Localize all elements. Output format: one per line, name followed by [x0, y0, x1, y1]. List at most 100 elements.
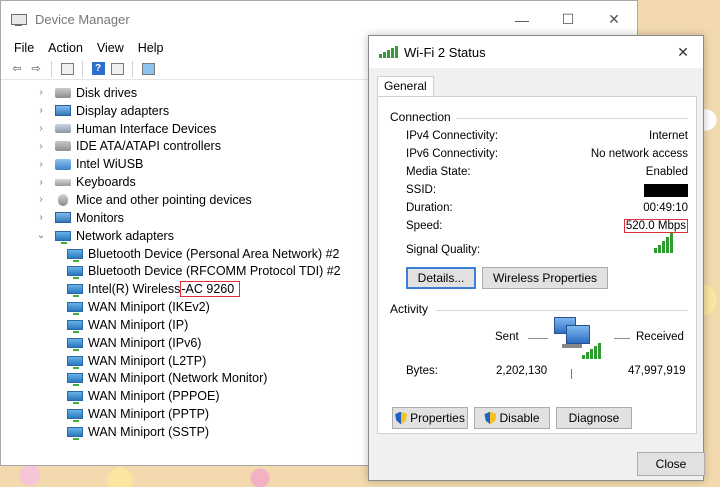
- tree-item-label: Human Interface Devices: [76, 121, 217, 136]
- forward-button[interactable]: ⇨: [28, 61, 44, 77]
- sent-line: [528, 338, 548, 339]
- network-adapter-icon: [67, 426, 83, 440]
- wireless-properties-button[interactable]: Wireless Properties: [482, 267, 608, 289]
- device-manager-icon: [11, 13, 27, 27]
- menu-action[interactable]: Action: [41, 41, 90, 55]
- network-adapter-icon: [67, 284, 83, 298]
- tree-item-label: WAN Miniport (IPv6): [88, 335, 202, 350]
- console-tree-icon: [60, 62, 74, 75]
- tree-item-label: WAN Miniport (SSTP): [88, 424, 210, 439]
- tree-item-label: Mice and other pointing devices: [76, 192, 252, 207]
- show-hide-console-tree-button[interactable]: [59, 61, 75, 77]
- ipv4-value: Internet: [649, 130, 688, 142]
- chevron-right-icon[interactable]: ›: [35, 159, 47, 170]
- network-adapter-icon: [67, 391, 83, 405]
- toolbar-separator: [51, 60, 52, 77]
- hid-icon: [55, 124, 71, 134]
- received-line: [614, 338, 630, 339]
- help-icon: ?: [91, 62, 105, 75]
- tree-item-label: Monitors: [76, 210, 124, 225]
- media-state-value: Enabled: [645, 166, 688, 178]
- network-adapter-icon: [55, 230, 71, 244]
- duration-row: Duration: 00:49:10: [406, 201, 688, 215]
- chevron-right-icon[interactable]: ›: [35, 177, 47, 188]
- duration-label: Duration:: [406, 202, 453, 214]
- chevron-right-icon[interactable]: ›: [35, 212, 47, 223]
- ssid-redacted-value: [644, 183, 688, 197]
- tree-item-label: WAN Miniport (PPTP): [88, 407, 210, 422]
- ssid-row: SSID:: [406, 183, 688, 197]
- arrow-left-icon: ⇦: [12, 63, 22, 75]
- network-adapter-icon: [67, 248, 83, 262]
- chevron-right-icon[interactable]: ›: [35, 87, 47, 98]
- received-label: Received: [636, 331, 684, 343]
- tree-item-label: WAN Miniport (IKEv2): [88, 300, 210, 315]
- chevron-right-icon[interactable]: ›: [35, 123, 47, 134]
- usb-device-icon: [55, 158, 71, 170]
- signal-quality-row: Signal Quality:: [406, 243, 676, 257]
- signal-quality-bars-icon: [654, 233, 673, 253]
- chevron-right-icon[interactable]: ›: [35, 194, 47, 205]
- network-adapter-icon: [67, 373, 83, 387]
- speed-value: 520.0 Mbps: [623, 219, 688, 233]
- menu-help[interactable]: Help: [131, 41, 171, 55]
- tab-general[interactable]: General: [377, 76, 434, 97]
- dialog-close-icon[interactable]: ✕: [663, 44, 703, 61]
- maximize-button[interactable]: ☐: [545, 1, 591, 38]
- title-bar[interactable]: Device Manager — ☐ ✕: [1, 1, 637, 38]
- menu-view[interactable]: View: [90, 41, 131, 55]
- activity-signal-icon: [582, 343, 601, 359]
- disable-button[interactable]: Disable: [474, 407, 550, 429]
- scan-hardware-button[interactable]: [140, 61, 156, 77]
- dialog-title: Wi-Fi 2 Status: [404, 44, 486, 60]
- diagnose-button[interactable]: Diagnose: [556, 407, 632, 429]
- properties-toolbar-button[interactable]: [109, 61, 125, 77]
- chevron-down-icon[interactable]: ⌄: [35, 230, 47, 241]
- disk-icon: [55, 87, 71, 98]
- monitor-icon: [55, 212, 71, 224]
- ide-controller-icon: [55, 141, 71, 152]
- back-button[interactable]: ⇦: [9, 61, 25, 77]
- activity-divider-tick: [571, 369, 572, 379]
- sent-bytes-value: 2,202,130: [496, 365, 548, 377]
- tree-item-label: WAN Miniport (IP): [88, 317, 189, 332]
- ipv4-label: IPv4 Connectivity:: [406, 130, 499, 142]
- window-title: Device Manager: [35, 12, 130, 27]
- tree-item-label: WAN Miniport (PPPOE): [88, 389, 220, 404]
- chevron-right-icon[interactable]: ›: [35, 105, 47, 116]
- activity-heading: Activity: [390, 302, 429, 316]
- tree-item-label: Keyboards: [76, 175, 136, 190]
- media-state-row: Media State: Enabled: [406, 165, 688, 179]
- duration-value: 00:49:10: [643, 202, 688, 214]
- sent-label: Sent: [495, 331, 519, 343]
- signal-quality-label: Signal Quality:: [406, 244, 481, 256]
- ipv4-row: IPv4 Connectivity: Internet: [406, 129, 688, 143]
- maximize-icon: ☐: [561, 11, 575, 27]
- ipv6-value: No network access: [590, 148, 688, 160]
- properties-button[interactable]: Properties: [392, 407, 468, 429]
- properties-icon: [110, 62, 124, 75]
- disable-button-label: Disable: [499, 411, 540, 425]
- ssid-label: SSID:: [406, 184, 437, 196]
- menu-file[interactable]: File: [7, 41, 41, 55]
- chevron-right-icon[interactable]: ›: [35, 141, 47, 152]
- tree-item-label: Network adapters: [76, 228, 174, 243]
- dialog-title-bar[interactable]: Wi-Fi 2 Status ✕: [369, 36, 703, 68]
- tree-item-label: WAN Miniport (Network Monitor): [88, 371, 268, 386]
- display-adapter-icon: [55, 105, 71, 117]
- uac-shield-icon: [395, 411, 408, 425]
- details-button[interactable]: Details...: [406, 267, 476, 289]
- close-dialog-button[interactable]: Close: [637, 452, 705, 476]
- minimize-icon: —: [515, 11, 529, 28]
- tree-item-label: Bluetooth Device (RFCOMM Protocol TDI) #…: [88, 264, 341, 279]
- ipv6-label: IPv6 Connectivity:: [406, 148, 499, 160]
- close-button[interactable]: ✕: [591, 1, 637, 38]
- minimize-button[interactable]: —: [499, 1, 545, 38]
- close-icon: ✕: [608, 11, 620, 27]
- properties-button-label: Properties: [410, 411, 465, 425]
- arrow-right-icon: ⇨: [31, 63, 41, 75]
- network-adapter-icon: [67, 337, 83, 351]
- help-button[interactable]: ?: [90, 61, 106, 77]
- mouse-icon: [58, 193, 68, 206]
- connection-heading: Connection: [390, 110, 451, 124]
